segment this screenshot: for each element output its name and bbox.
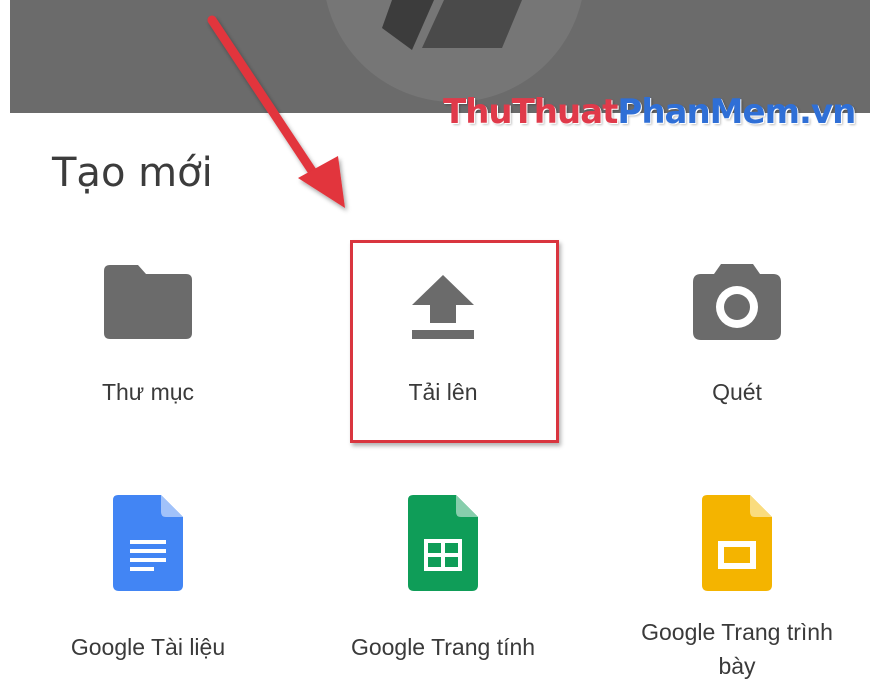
google-docs-item[interactable]: Google Tài liệu <box>38 495 258 675</box>
section-title: Tạo mới <box>52 150 213 196</box>
google-slides-icon <box>627 495 847 591</box>
watermark: ThuThuatPhanMem.vn <box>443 92 856 132</box>
google-docs-label: Google Tài liệu <box>70 634 226 660</box>
new-folder-label: Thư mục <box>101 379 195 405</box>
google-slides-item[interactable]: Google Trang trình bày <box>627 495 847 681</box>
google-docs-icon <box>38 495 258 591</box>
google-slides-label: Google Trang trình bày <box>641 619 833 679</box>
google-sheets-icon <box>333 495 553 591</box>
upload-highlight-box <box>350 240 559 443</box>
watermark-part-2: PhanMem.vn <box>617 92 856 132</box>
watermark-part-1: ThuThuat <box>443 92 618 132</box>
google-sheets-label: Google Trang tính <box>350 634 536 660</box>
scan-label: Quét <box>712 379 762 405</box>
google-sheets-item[interactable]: Google Trang tính <box>333 495 553 675</box>
camera-icon <box>627 264 847 340</box>
new-folder-item[interactable]: Thư mục <box>38 255 258 415</box>
folder-icon <box>38 265 258 339</box>
create-new-sheet: ThuThuatPhanMem.vn Tạo mới Thư mục Tải l… <box>0 0 870 681</box>
scan-item[interactable]: Quét <box>627 255 847 415</box>
drive-logo-icon <box>382 0 522 50</box>
